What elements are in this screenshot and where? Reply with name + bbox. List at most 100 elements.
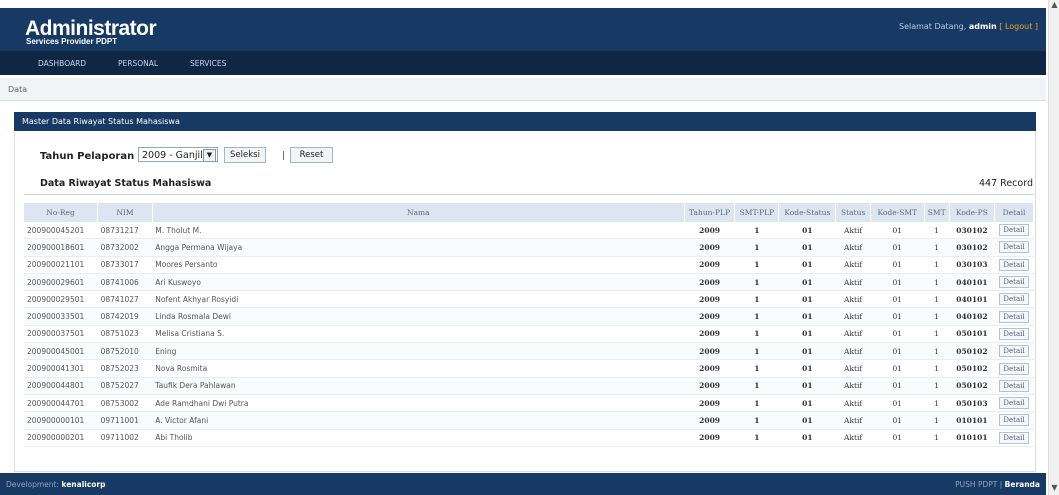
table-cell: 01: [778, 238, 836, 257]
table-cell-detail: Detail: [994, 256, 1034, 274]
chevron-down-icon[interactable]: ▼: [203, 149, 216, 162]
table-cell: 2009: [684, 222, 735, 240]
table-cell: 200900018601: [24, 238, 98, 257]
filter-label: Tahun Pelaporan: [40, 151, 135, 162]
table-cell: 200900029501: [24, 290, 98, 309]
table-row: 200900045201 08731217 M. Tholut M. 2009 1 01 A…: [24, 222, 1034, 240]
detail-button[interactable]: Detail: [999, 397, 1029, 410]
table-cell: 1: [734, 394, 779, 413]
table-cell: 1: [734, 222, 779, 240]
table-cell: 2009: [684, 377, 735, 395]
footer-credit-name: kenalicorp: [61, 480, 106, 489]
table-cell: 01: [778, 307, 836, 326]
column-header[interactable]: Kode-Status: [778, 203, 837, 222]
table-cell: 1: [734, 377, 779, 395]
table-cell: 2009: [684, 411, 735, 430]
table-cell: 040102: [949, 307, 995, 326]
table-cell: 08731217: [97, 222, 153, 240]
table-cell: 200900000201: [24, 429, 98, 447]
table-cell-detail: Detail: [994, 307, 1034, 326]
table-cell: 01: [870, 429, 925, 447]
table-cell: 030102: [949, 222, 995, 240]
reset-button[interactable]: Reset: [290, 147, 333, 163]
detail-button[interactable]: Detail: [999, 345, 1029, 358]
table-cell: 1: [734, 411, 779, 430]
table-cell: 08742019: [97, 307, 153, 326]
detail-button[interactable]: Detail: [999, 431, 1029, 444]
seleksi-button[interactable]: Seleksi: [224, 147, 266, 163]
table-cell: Aktif: [835, 325, 871, 344]
nav-item-dashboard[interactable]: DASHBOARD: [38, 59, 86, 68]
detail-button[interactable]: Detail: [999, 414, 1029, 427]
breadcrumb-item[interactable]: Data: [8, 85, 27, 94]
detail-button[interactable]: Detail: [999, 327, 1029, 340]
column-header[interactable]: No-Reg: [24, 203, 99, 222]
year-select-value: 2009 - Ganjil: [142, 150, 203, 161]
detail-button[interactable]: Detail: [999, 310, 1029, 323]
table-cell-detail: Detail: [994, 429, 1034, 447]
panel-title: Master Data Riwayat Status Mahasiswa: [22, 117, 180, 126]
table-row: 200900000101 09711001 A. Victor Afani 2009 1…: [24, 411, 1034, 430]
record-count: 447 Record: [979, 178, 1033, 189]
table-cell: 010101: [949, 411, 995, 430]
detail-button[interactable]: Detail: [999, 293, 1029, 306]
table-cell: 01: [778, 222, 836, 240]
table-cell: 01: [870, 394, 925, 413]
table-cell: Aktif: [835, 307, 871, 326]
app-subtitle: Services Provider PDPT: [26, 37, 118, 46]
table-cell: Ening: [152, 342, 685, 361]
table-cell: 01: [870, 359, 925, 378]
column-header[interactable]: Kode-PS: [949, 203, 996, 222]
table-cell: 01: [870, 342, 925, 361]
vertical-scrollbar[interactable]: ▲ ▼: [1048, 0, 1059, 495]
column-header[interactable]: Detail: [994, 203, 1034, 222]
column-header[interactable]: Kode-SMT: [870, 203, 925, 222]
table-cell: 1: [734, 290, 779, 309]
table-row: 200900029501 08741027 Nofent Akhyar Rosyid…: [24, 290, 1034, 309]
table-cell: Aktif: [835, 222, 871, 240]
detail-button[interactable]: Detail: [999, 241, 1029, 254]
column-header[interactable]: SMT-PLP: [734, 203, 780, 222]
table-cell: Aktif: [835, 256, 871, 274]
table-cell: 2009: [684, 290, 735, 309]
table-cell-detail: Detail: [994, 359, 1034, 378]
table-cell-detail: Detail: [994, 411, 1034, 430]
table-row: 200900033501 08742019 Linda Rosmala Dewi 20…: [24, 307, 1034, 326]
table-row: 200900044701 08753002 Ade Ramdhani Dwi Put…: [24, 394, 1034, 413]
table-cell: 08752023: [97, 359, 153, 378]
nav-item-personal[interactable]: PERSONAL: [118, 59, 158, 68]
table-cell: 1: [924, 377, 950, 395]
table-cell: Ade Ramdhani Dwi Putra: [152, 394, 685, 413]
table-cell: 1: [924, 290, 950, 309]
table-cell: 01: [870, 290, 925, 309]
year-select[interactable]: 2009 - Ganjil ▼: [138, 147, 218, 162]
footer-beranda-link[interactable]: Beranda: [1005, 480, 1040, 489]
table-cell-detail: Detail: [994, 325, 1034, 344]
table-body: 200900045201 08731217 M. Tholut M. 2009 1 01 A…: [24, 222, 1034, 447]
table-row: 200900041301 08752023 Nova Rosmita 2009 1 01 A…: [24, 359, 1034, 378]
table-cell: 200900021101: [24, 256, 98, 274]
column-header[interactable]: SMT: [924, 203, 950, 222]
detail-button[interactable]: Detail: [999, 362, 1029, 375]
scroll-down-icon[interactable]: ▼: [1049, 483, 1059, 495]
table-cell-detail: Detail: [994, 290, 1034, 309]
detail-button[interactable]: Detail: [999, 276, 1029, 289]
table-cell: 1: [924, 238, 950, 257]
logout-link[interactable]: [ Logout ]: [999, 22, 1038, 31]
table-cell: 1: [734, 429, 779, 447]
table-cell: A. Victor Afani: [152, 411, 685, 430]
table-cell: 01: [870, 325, 925, 344]
detail-button[interactable]: Detail: [999, 258, 1029, 271]
scroll-up-icon[interactable]: ▲: [1049, 0, 1059, 12]
table-cell: 01: [778, 290, 836, 309]
footer-credit-prefix: Development:: [6, 480, 60, 489]
column-header[interactable]: Nama: [152, 203, 685, 222]
detail-button[interactable]: Detail: [999, 379, 1029, 392]
column-header[interactable]: Tahun-PLP: [684, 203, 736, 222]
table-cell: 050102: [949, 377, 995, 395]
column-header[interactable]: NIM: [97, 203, 153, 222]
nav-item-services[interactable]: SERVICES: [190, 59, 226, 68]
column-header[interactable]: Status: [835, 203, 871, 222]
detail-button[interactable]: Detail: [999, 224, 1029, 237]
table-cell-detail: Detail: [994, 273, 1034, 292]
